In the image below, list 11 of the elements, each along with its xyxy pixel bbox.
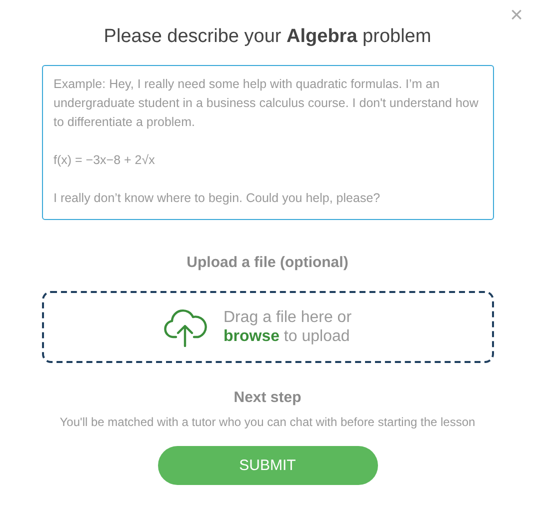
upload-heading: Upload a file (optional) xyxy=(186,254,348,271)
browse-link[interactable]: browse xyxy=(223,328,280,345)
problem-field[interactable]: Example: Hey, I really need some help with quadratic formulas. I’m an undergraduate student in a business calculus course. I don't understand how to differentiate a problem. f(x) = −3x−8 + 2√x I really don’t know where to begin. Could you help, please? xyxy=(42,65,494,220)
dialog-title: Please describe your Algebra problem xyxy=(104,26,432,48)
cloud-upload-icon xyxy=(163,307,208,347)
next-step-heading: Next step xyxy=(234,389,302,406)
submit-button[interactable]: SUBMIT xyxy=(158,446,378,485)
next-step-description: You'll be matched with a tutor who you can chat with before starting the lesson xyxy=(60,415,476,429)
close-button[interactable]: × xyxy=(510,4,523,26)
upload-instructions: Drag a file here or browse to upload xyxy=(223,308,352,346)
drop-zone[interactable]: Drag a file here or browse to upload xyxy=(42,291,494,363)
